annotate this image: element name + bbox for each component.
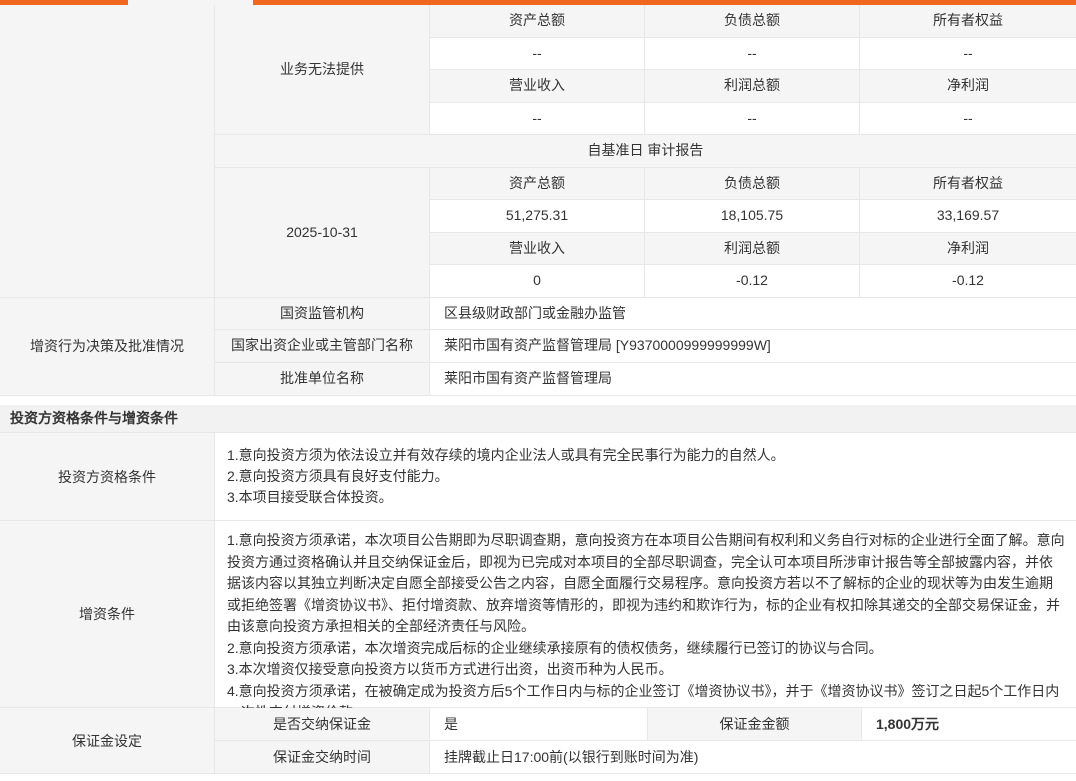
value-regulator: 区县级财政部门或金融办监管 xyxy=(430,298,1076,331)
value-total-profit-na: -- xyxy=(645,103,860,136)
conditions-table: 投资方资格条件 1.意向投资方须为依法设立并有效存续的境内企业法人或具有完全民事… xyxy=(0,432,1076,774)
header-total-liabilities: 负债总额 xyxy=(645,168,860,201)
left-spacer-cell xyxy=(0,5,215,298)
header-total-liabilities: 负债总额 xyxy=(645,5,860,38)
approval-section-label: 增资行为决策及批准情况 xyxy=(0,298,215,396)
header-total-assets: 资产总额 xyxy=(430,168,645,201)
value-total-profit: -0.12 xyxy=(645,265,860,298)
value-net-profit: -0.12 xyxy=(860,265,1076,298)
label-deposit-payment-time: 保证金交纳时间 xyxy=(215,741,430,774)
value-total-liabilities: 18,105.75 xyxy=(645,200,860,233)
header-operating-revenue: 营业收入 xyxy=(430,70,645,103)
qualification-item: 3.本项目接受联合体投资。 xyxy=(227,487,1066,508)
value-state-owner: 莱阳市国有资产监督管理局 [Y9370000999999999W] xyxy=(430,330,1076,363)
label-capital-increase-terms: 增资条件 xyxy=(0,521,215,708)
deposit-settings-table: 保证金设定 是否交纳保证金 是 保证金金额 1,800万元 保证金交纳时间 挂牌… xyxy=(0,708,1076,774)
label-deposit-settings: 保证金设定 xyxy=(0,708,215,774)
financial-approval-table: 业务无法提供 资产总额 负债总额 所有者权益 -- -- -- 营业收入 利润总… xyxy=(0,5,1076,396)
base-date-cell: 2025-10-31 xyxy=(215,168,430,298)
value-total-assets: 51,275.31 xyxy=(430,200,645,233)
label-deposit-amount: 保证金金额 xyxy=(648,708,862,741)
header-net-profit: 净利润 xyxy=(860,70,1076,103)
value-operating-revenue: 0 xyxy=(430,265,645,298)
qualification-item: 2.意向投资方须具有良好支付能力。 xyxy=(227,466,1066,487)
terms-item: 1.意向投资方须承诺，本次项目公告期即为尽职调查期，意向投资方在本项目公告期间有… xyxy=(227,530,1066,638)
header-operating-revenue: 营业收入 xyxy=(430,233,645,266)
audit-report-banner: 自基准日 审计报告 xyxy=(215,135,1076,168)
conditions-section-header: 投资方资格条件与增资条件 xyxy=(0,405,1076,432)
value-owners-equity: 33,169.57 xyxy=(860,200,1076,233)
header-total-assets: 资产总额 xyxy=(430,5,645,38)
section-gap xyxy=(0,396,1076,405)
no-data-period-cell: 业务无法提供 xyxy=(215,5,430,135)
header-owners-equity: 所有者权益 xyxy=(860,5,1076,38)
value-approval-unit: 莱阳市国有资产监督管理局 xyxy=(430,363,1076,396)
label-regulator: 国资监管机构 xyxy=(215,298,430,331)
qualification-item: 1.意向投资方须为依法设立并有效存续的境内企业法人或具有完全民事行为能力的自然人… xyxy=(227,445,1066,466)
value-operating-revenue-na: -- xyxy=(430,103,645,136)
value-deposit-amount: 1,800万元 xyxy=(862,708,1076,741)
listing-detail-page: 业务无法提供 资产总额 负债总额 所有者权益 -- -- -- 营业收入 利润总… xyxy=(0,0,1076,781)
terms-item: 3.本次增资仅接受意向投资方以货币方式进行出资，出资币种为人民币。 xyxy=(227,659,1066,681)
header-total-profit: 利润总额 xyxy=(645,233,860,266)
label-deposit-required: 是否交纳保证金 xyxy=(215,708,430,741)
value-owners-equity-na: -- xyxy=(860,38,1076,71)
value-deposit-payment-time: 挂牌截止日17:00前(以银行到账时间为准) xyxy=(430,741,1076,774)
label-investor-qualification: 投资方资格条件 xyxy=(0,433,215,521)
value-total-liabilities-na: -- xyxy=(645,38,860,71)
label-approval-unit: 批准单位名称 xyxy=(215,363,430,396)
investor-qualification-content: 1.意向投资方须为依法设立并有效存续的境内企业法人或具有完全民事行为能力的自然人… xyxy=(215,433,1076,521)
conditions-section-title: 投资方资格条件与增资条件 xyxy=(10,410,178,426)
header-total-profit: 利润总额 xyxy=(645,70,860,103)
header-net-profit: 净利润 xyxy=(860,233,1076,266)
value-total-assets-na: -- xyxy=(430,38,645,71)
terms-item: 2.意向投资方须承诺，本次增资完成后标的企业继续承接原有的债权债务，继续履行已签… xyxy=(227,638,1066,660)
capital-increase-terms-content: 1.意向投资方须承诺，本次项目公告期即为尽职调查期，意向投资方在本项目公告期间有… xyxy=(215,521,1076,708)
label-state-owner: 国家出资企业或主管部门名称 xyxy=(215,330,430,363)
header-owners-equity: 所有者权益 xyxy=(860,168,1076,201)
value-deposit-required: 是 xyxy=(430,708,648,741)
value-net-profit-na: -- xyxy=(860,103,1076,136)
